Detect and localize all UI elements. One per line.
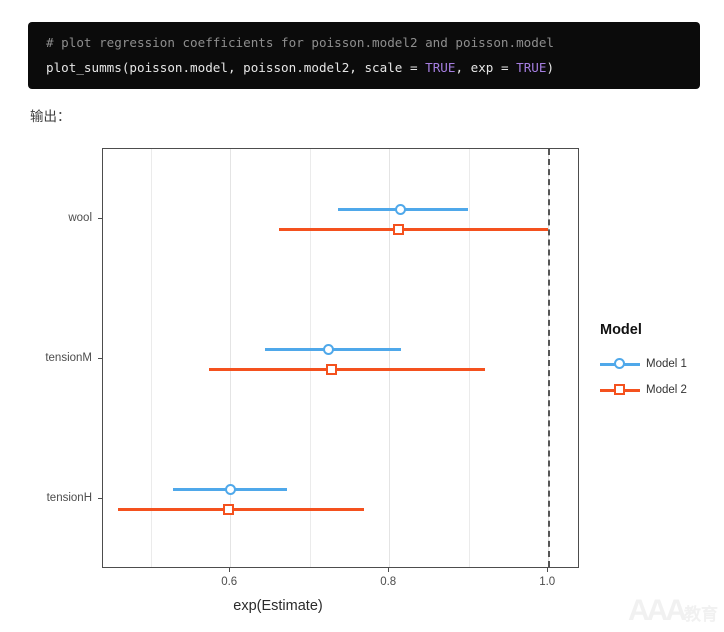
x-tick-mark (547, 568, 549, 572)
y-tick-label-tensionM: tensionM (45, 352, 92, 364)
legend-key-square-icon (600, 380, 640, 400)
watermark: AAA教育 (628, 594, 718, 628)
x-axis-title-text: exp(Estimate) (233, 598, 323, 614)
x-tick-label: 1.0 (539, 576, 556, 588)
legend-key-circle-icon (600, 354, 640, 374)
code-block: # plot regression coefficients for poiss… (28, 22, 700, 89)
plot-panel (102, 148, 579, 568)
reference-line (548, 149, 551, 567)
x-tick-label: 0.6 (221, 576, 238, 588)
x-tick-label: 0.8 (380, 576, 397, 588)
y-tick-label-wool: wool (68, 212, 92, 224)
output-label: 输出： (30, 109, 71, 125)
estimate-point (393, 223, 405, 235)
code-keyword-true-1: TRUE (425, 60, 456, 75)
y-tick-mark (98, 218, 102, 219)
code-call-line: plot_summs(poisson.model, poisson.model2… (28, 55, 700, 80)
x-tick-mark (229, 568, 231, 572)
x-axis-title: exp(Estimate) (0, 598, 724, 614)
code-call-part1: plot_summs(poisson.model, poisson.model2… (46, 60, 426, 75)
legend-title: Model (600, 322, 642, 338)
y-tick-mark (98, 498, 102, 499)
legend-item-model-1[interactable]: Model 1 (600, 351, 720, 377)
legend-key-symbol (614, 384, 625, 395)
legend-item-label: Model 2 (646, 384, 687, 396)
plot-figure: wool tensionM tensionH 0.6 0.8 1.0 exp(Estim… (0, 140, 724, 632)
legend-items: Model 1 Model 2 (600, 351, 720, 403)
confidence-interval-bar (118, 507, 364, 511)
estimate-point (394, 203, 406, 215)
legend-item-model-2[interactable]: Model 2 (600, 377, 720, 403)
estimate-point (223, 503, 235, 515)
y-tick-label-tensionH: tensionH (46, 492, 92, 504)
gridline-minor (309, 149, 311, 567)
estimate-point (224, 483, 236, 495)
x-tick-mark (388, 568, 390, 572)
code-keyword-true-2: TRUE (516, 60, 547, 75)
gridline-major (389, 149, 391, 567)
code-call-part2: , exp = (455, 60, 517, 75)
confidence-interval-bar (208, 367, 486, 371)
code-comment: # plot regression coefficients for poiss… (46, 35, 554, 50)
estimate-point (325, 363, 337, 375)
watermark-letters: AAA (628, 594, 687, 627)
legend-item-label: Model 1 (646, 358, 687, 370)
gridline-minor (468, 149, 470, 567)
legend: Model Model 1 Model 2 (600, 322, 720, 403)
gridline-minor (150, 149, 152, 567)
y-tick-mark (98, 358, 102, 359)
legend-key-symbol (614, 358, 625, 369)
estimate-point (323, 343, 335, 355)
watermark-cn: 教育 (684, 605, 718, 625)
confidence-interval-bar (278, 227, 549, 231)
code-comment-line: # plot regression coefficients for poiss… (28, 30, 700, 55)
code-call-part3: ) (546, 60, 555, 75)
